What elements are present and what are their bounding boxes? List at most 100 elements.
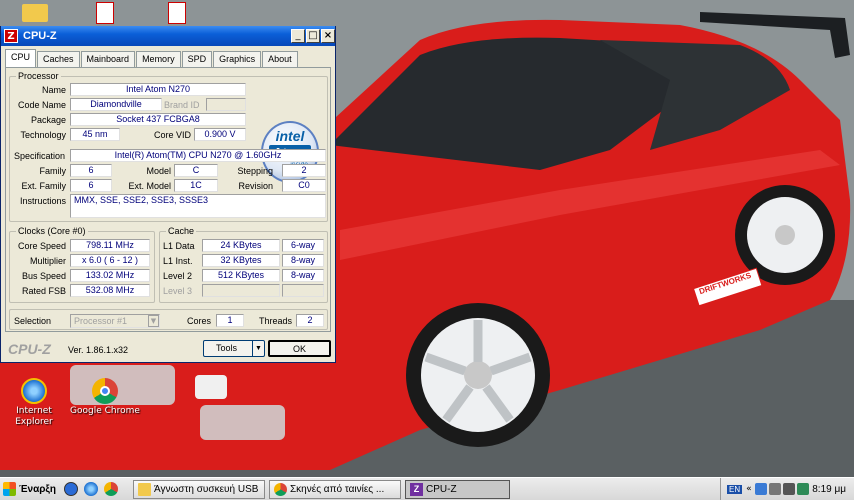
tab-caches[interactable]: Caches [37, 51, 80, 67]
usb-icon[interactable] [768, 483, 781, 495]
threads-label: Threads [258, 316, 292, 326]
tab-cpu[interactable]: CPU [5, 49, 37, 67]
l1inst-way: 8-way [282, 254, 324, 267]
folder-icon[interactable] [22, 4, 48, 22]
l1data-label: L1 Data [163, 241, 195, 251]
tools-dropdown-icon: ▼ [252, 341, 264, 356]
cpuz-window: Z CPU-Z _ □ × CPU Caches Mainboard Memor… [0, 26, 336, 363]
windows-flag-icon [3, 482, 16, 496]
threads-value: 2 [296, 314, 324, 327]
quicklaunch-ie-icon[interactable] [84, 482, 98, 496]
corevid-label: Core VID [153, 130, 191, 140]
taskbar-clock[interactable]: 8:19 μμ [812, 484, 846, 495]
system-tray: EN « 8:19 μμ [720, 478, 854, 500]
selection-label: Selection [14, 316, 52, 326]
google-chrome-icon [274, 482, 287, 496]
taskbar-item-cpuz[interactable]: Z CPU-Z [405, 479, 510, 499]
start-label: Έναρξη [19, 483, 56, 495]
tab-memory[interactable]: Memory [136, 51, 181, 67]
tools-button[interactable]: Tools ▼ [203, 340, 265, 357]
pdf-file-icon-2[interactable] [168, 2, 186, 24]
close-button[interactable]: × [321, 29, 335, 43]
window-titlebar[interactable]: Z CPU-Z _ □ × [1, 26, 335, 46]
processor-select-chevron-icon[interactable]: ▼ [148, 315, 159, 327]
version-text: Ver. 1.86.1.x32 [68, 345, 129, 355]
extfamily-value: 6 [70, 179, 112, 192]
technology-label: Technology [20, 130, 66, 140]
codename-value: Diamondville [70, 98, 162, 111]
specification-label: Specification [14, 151, 66, 161]
start-button[interactable]: Έναρξη [0, 479, 56, 500]
cache-group-label: Cache [166, 226, 197, 236]
clocks-group-label: Clocks (Core #0) [16, 226, 88, 236]
cores-label: Cores [186, 316, 211, 326]
tray-expand-chevron-icon[interactable]: « [746, 484, 752, 494]
extfamily-label: Ext. Family [21, 181, 66, 191]
level3-label: Level 3 [163, 286, 193, 296]
cpuz-app-icon: Z [410, 482, 423, 496]
folder-icon [138, 482, 151, 496]
desktop-icon-internet-explorer[interactable]: Internet Explorer [0, 378, 69, 428]
google-chrome-icon [92, 378, 118, 404]
security-icon[interactable] [796, 483, 809, 495]
busspeed-label: Bus Speed [21, 271, 66, 281]
desktop-icon-label: Internet Explorer [15, 406, 53, 427]
cores-value: 1 [216, 314, 244, 327]
extmodel-label: Ext. Model [128, 181, 171, 191]
logo-line1: intel [275, 128, 305, 144]
level3-value [202, 284, 280, 297]
technology-value: 45 nm [70, 128, 120, 141]
multiplier-value: x 6.0 ( 6 - 12 ) [70, 254, 150, 267]
busspeed-value: 133.02 MHz [70, 269, 150, 282]
network-icon[interactable] [754, 483, 767, 495]
revision-value: C0 [282, 179, 326, 192]
volume-icon[interactable] [782, 483, 795, 495]
tab-about[interactable]: About [262, 51, 298, 67]
brandid-value [206, 98, 246, 111]
window-title: CPU-Z [23, 30, 57, 42]
task-label: Άγνωστη συσκευή USB [154, 483, 259, 495]
multiplier-label: Multiplier [29, 256, 66, 266]
model-label: Model [146, 166, 171, 176]
quicklaunch-media-player-icon[interactable] [64, 482, 78, 496]
processor-group-label: Processor [16, 71, 61, 81]
brandid-label: Brand ID [164, 100, 200, 110]
taskbar-item-usb-device[interactable]: Άγνωστη συσκευή USB [133, 479, 265, 499]
l1data-value: 24 KBytes [202, 239, 280, 252]
corespeed-value: 798.11 MHz [70, 239, 150, 252]
family-label: Family [39, 166, 67, 176]
stepping-value: 2 [282, 164, 326, 177]
corevid-value: 0.900 V [194, 128, 246, 141]
maximize-button[interactable]: □ [306, 29, 320, 43]
revision-label: Revision [238, 181, 273, 191]
tab-strip: CPU Caches Mainboard Memory SPD Graphics… [5, 49, 299, 67]
processor-select[interactable]: Processor #1 [70, 314, 160, 328]
desktop-icon-google-chrome[interactable]: Google Chrome [70, 378, 140, 416]
window-footer: CPU-Z Ver. 1.86.1.x32 Tools ▼ OK [5, 337, 333, 359]
minimize-button[interactable]: _ [291, 29, 305, 43]
specification-value: Intel(R) Atom(TM) CPU N270 @ 1.60GHz [70, 149, 326, 162]
level2-value: 512 KBytes [202, 269, 280, 282]
internet-explorer-icon [21, 378, 47, 404]
name-label: Name [41, 85, 66, 95]
pdf-file-icon[interactable] [96, 2, 114, 24]
tab-spd[interactable]: SPD [181, 51, 213, 67]
instructions-value: MMX, SSE, SSE2, SSE3, SSSE3 [70, 194, 326, 218]
desktop-icon-label: Google Chrome [70, 406, 140, 416]
task-label: Σκηνές από ταινίες ... [290, 483, 385, 495]
level3-way [282, 284, 324, 297]
tab-graphics[interactable]: Graphics [213, 51, 262, 67]
tools-button-label: Tools [216, 343, 238, 353]
ratedfsb-value: 532.08 MHz [70, 284, 150, 297]
instructions-label: Instructions [19, 196, 66, 206]
tab-mainboard[interactable]: Mainboard [80, 51, 136, 67]
ok-button[interactable]: OK [268, 340, 331, 357]
language-indicator[interactable]: EN [727, 484, 743, 494]
cpu-tab-panel: Processor Name Intel Atom N270 Code Name… [5, 67, 331, 332]
l1inst-label: L1 Inst. [163, 256, 193, 266]
name-value: Intel Atom N270 [70, 83, 246, 96]
l1inst-value: 32 KBytes [202, 254, 280, 267]
task-label: CPU-Z [426, 483, 457, 495]
quicklaunch-chrome-icon[interactable] [104, 482, 118, 496]
taskbar-item-chrome-window[interactable]: Σκηνές από ταινίες ... [269, 479, 401, 499]
